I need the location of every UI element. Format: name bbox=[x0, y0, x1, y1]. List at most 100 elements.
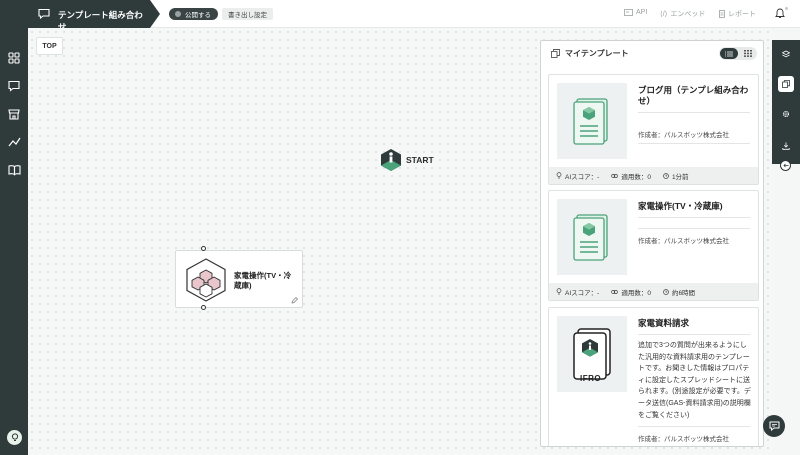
sidebar-item-store[interactable] bbox=[0, 100, 28, 128]
help-button[interactable] bbox=[7, 430, 22, 445]
templates-button[interactable] bbox=[778, 76, 794, 92]
right-toolbar bbox=[772, 40, 800, 164]
node-input-handle[interactable] bbox=[201, 246, 206, 251]
node-template-icon bbox=[186, 258, 226, 302]
usage-label: 適用数：0 bbox=[621, 173, 651, 181]
clock-icon bbox=[663, 288, 669, 295]
chat-support-button[interactable] bbox=[763, 415, 785, 437]
collapse-toolbar-button[interactable] bbox=[780, 160, 791, 171]
bulb-icon bbox=[11, 433, 18, 441]
card-description: 追加で3つの質問が出来るようにした汎用的な資料請求用のテンプレートです。お聞きし… bbox=[638, 342, 751, 419]
publish-label: 公開する bbox=[185, 12, 211, 19]
chat-icon bbox=[8, 80, 20, 92]
card-title: 家電資料請求 bbox=[638, 318, 690, 328]
chat-bubble-icon bbox=[38, 8, 50, 19]
ai-score-label: AIスコア：- bbox=[565, 289, 600, 297]
ifro-badge-text: IFRO bbox=[580, 374, 602, 383]
edit-icon[interactable] bbox=[291, 297, 298, 304]
card-author: 作成者：パルスボッツ株式会社 bbox=[638, 436, 729, 443]
template-node[interactable]: 家電操作(TV・冷蔵庫) bbox=[175, 250, 303, 308]
settings-button[interactable] bbox=[772, 100, 800, 128]
bulb-icon bbox=[556, 172, 562, 179]
arrow-left-icon bbox=[782, 163, 788, 168]
chat-icon bbox=[769, 421, 779, 431]
start-icon bbox=[381, 149, 401, 171]
ai-score-label: AIスコア：- bbox=[565, 173, 600, 181]
api-label: API bbox=[636, 9, 648, 16]
usage-label: 適用数：0 bbox=[621, 289, 651, 297]
notification-dot bbox=[785, 7, 788, 10]
link-icon bbox=[611, 173, 619, 178]
card-divider bbox=[638, 426, 750, 427]
sidebar-item-dashboard[interactable] bbox=[0, 44, 28, 72]
grid-view-button[interactable] bbox=[739, 48, 756, 59]
clock-icon bbox=[663, 172, 669, 179]
usage-stat: 適用数：0 bbox=[611, 287, 651, 297]
sidebar-item-chat[interactable] bbox=[0, 72, 28, 100]
api-link[interactable]: API bbox=[624, 9, 647, 16]
settings-icon bbox=[782, 110, 790, 118]
card-title: ブログ用（テンプレ組み合わせ） bbox=[638, 85, 749, 106]
panel-title: マイテンプレート bbox=[565, 48, 629, 58]
card-divider bbox=[638, 112, 750, 113]
template-card[interactable]: IFRO 家電資料請求 追加で3つの質問が出来るようにした汎用的な資料請求用のテ… bbox=[548, 307, 759, 446]
book-icon bbox=[7, 165, 21, 176]
export-settings-button[interactable]: 書き出し設定 bbox=[222, 8, 273, 20]
layers-icon bbox=[782, 50, 790, 58]
embed-link[interactable]: ⟨/⟩ エンベッド bbox=[660, 9, 705, 19]
document-stack-icon bbox=[573, 98, 608, 145]
sidebar-item-analytics[interactable] bbox=[0, 128, 28, 156]
card-stats: AIスコア：- 適用数：0 1分前 bbox=[549, 167, 758, 184]
card-stats: AIスコア：- 適用数：0 約6時間 bbox=[549, 283, 758, 300]
view-toggle bbox=[719, 47, 757, 60]
list-icon bbox=[725, 51, 733, 56]
title-block: テンプレート組み合わせ bbox=[0, 0, 150, 32]
start-label: START bbox=[406, 155, 434, 165]
card-author: 作成者：パルスボッツ株式会社 bbox=[638, 132, 729, 139]
time-stat: 約6時間 bbox=[663, 287, 695, 297]
node-label: 家電操作(TV・冷蔵庫) bbox=[234, 271, 292, 290]
publish-button[interactable]: 公開する bbox=[169, 8, 218, 20]
analytics-icon bbox=[8, 137, 20, 147]
template-card[interactable]: 家電操作(TV・冷蔵庫) 作成者：パルスボッツ株式会社 AIスコア：- 適用数：… bbox=[548, 190, 759, 301]
api-icon bbox=[624, 9, 633, 16]
report-icon bbox=[719, 10, 725, 18]
ai-score-stat: AIスコア：- bbox=[556, 287, 599, 297]
grid-small-icon bbox=[743, 50, 752, 57]
card-divider bbox=[638, 334, 750, 335]
publish-toggle-icon bbox=[175, 11, 181, 17]
code-icon: ⟨/⟩ bbox=[660, 11, 668, 18]
download-button[interactable] bbox=[772, 132, 800, 160]
ai-score-stat: AIスコア：- bbox=[556, 171, 599, 181]
top-button[interactable]: TOP bbox=[36, 37, 63, 55]
time-label: 約6時間 bbox=[671, 289, 696, 297]
time-stat: 1分前 bbox=[663, 171, 689, 181]
layers-button[interactable] bbox=[772, 40, 800, 68]
grid-icon bbox=[8, 52, 20, 64]
bulb-icon bbox=[556, 288, 562, 295]
download-icon bbox=[782, 142, 790, 150]
list-view-button[interactable] bbox=[720, 48, 738, 59]
bell-icon[interactable] bbox=[775, 8, 785, 19]
sidebar-item-docs[interactable] bbox=[0, 156, 28, 184]
report-link[interactable]: レポート bbox=[719, 9, 756, 19]
title-arrow bbox=[150, 0, 160, 28]
document-stack-icon bbox=[573, 214, 608, 261]
card-title: 家電操作(TV・冷蔵庫) bbox=[638, 201, 723, 211]
start-node[interactable]: START bbox=[380, 148, 434, 172]
node-output-handle[interactable] bbox=[201, 305, 206, 310]
card-author: 作成者：パルスボッツ株式会社 bbox=[638, 238, 729, 245]
link-icon bbox=[611, 289, 619, 294]
my-templates-panel: マイテンプレート ブログ用（テンプレ組み合わせ） 作成者：パルスボッツ株式会社 bbox=[540, 40, 764, 447]
usage-stat: 適用数：0 bbox=[611, 171, 651, 181]
card-thumbnail bbox=[557, 83, 627, 159]
left-sidebar bbox=[0, 28, 28, 455]
store-icon bbox=[8, 109, 20, 120]
report-label: レポート bbox=[728, 11, 756, 18]
card-divider bbox=[638, 143, 750, 144]
templates-icon bbox=[551, 48, 560, 58]
template-card[interactable]: ブログ用（テンプレ組み合わせ） 作成者：パルスボッツ株式会社 AIスコア：- 適… bbox=[548, 74, 759, 185]
top-header: テンプレート組み合わせ 公開する 書き出し設定 API ⟨/⟩ エンベッド レポ… bbox=[0, 0, 800, 32]
card-divider bbox=[638, 217, 750, 218]
card-thumbnail bbox=[557, 199, 627, 275]
